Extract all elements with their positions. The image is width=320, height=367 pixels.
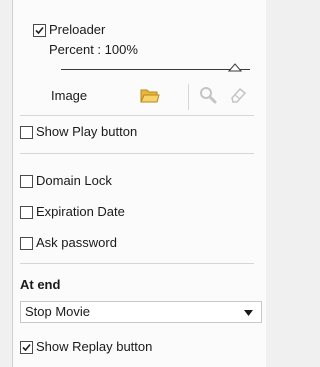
folder-icon[interactable] [140, 86, 160, 104]
show-play-button-checkbox[interactable] [20, 126, 33, 139]
preloader-label: Preloader [49, 22, 106, 37]
chevron-down-icon [244, 310, 253, 316]
eraser-icon[interactable] [229, 86, 247, 104]
expiration-date-label: Expiration Date [36, 204, 125, 219]
checkmark-icon [35, 26, 44, 35]
expiration-date-checkbox[interactable] [20, 206, 33, 219]
separator [20, 153, 254, 154]
show-replay-button-label: Show Replay button [36, 339, 153, 354]
show-replay-button-checkbox[interactable] [20, 341, 33, 354]
domain-lock-label: Domain Lock [36, 173, 112, 188]
toolbar-divider [188, 84, 189, 110]
properties-panel: Preloader Percent : 100% Image Show Play… [12, 0, 266, 367]
percent-slider-track[interactable] [61, 69, 250, 70]
ask-password-label: Ask password [36, 235, 117, 250]
separator [20, 263, 254, 264]
preloader-checkbox[interactable] [33, 24, 46, 37]
domain-lock-checkbox[interactable] [20, 175, 33, 188]
search-icon[interactable] [199, 86, 217, 104]
image-label: Image [51, 88, 88, 103]
ask-password-checkbox[interactable] [20, 237, 33, 250]
show-play-button-label: Show Play button [36, 124, 138, 139]
checkmark-icon [22, 343, 31, 352]
at-end-select[interactable]: Stop Movie [20, 301, 262, 323]
percent-slider-thumb[interactable] [228, 63, 242, 72]
percent-label: Percent : 100% [49, 42, 138, 57]
separator [20, 115, 254, 116]
at-end-select-value: Stop Movie [25, 304, 91, 319]
at-end-heading: At end [20, 277, 61, 292]
